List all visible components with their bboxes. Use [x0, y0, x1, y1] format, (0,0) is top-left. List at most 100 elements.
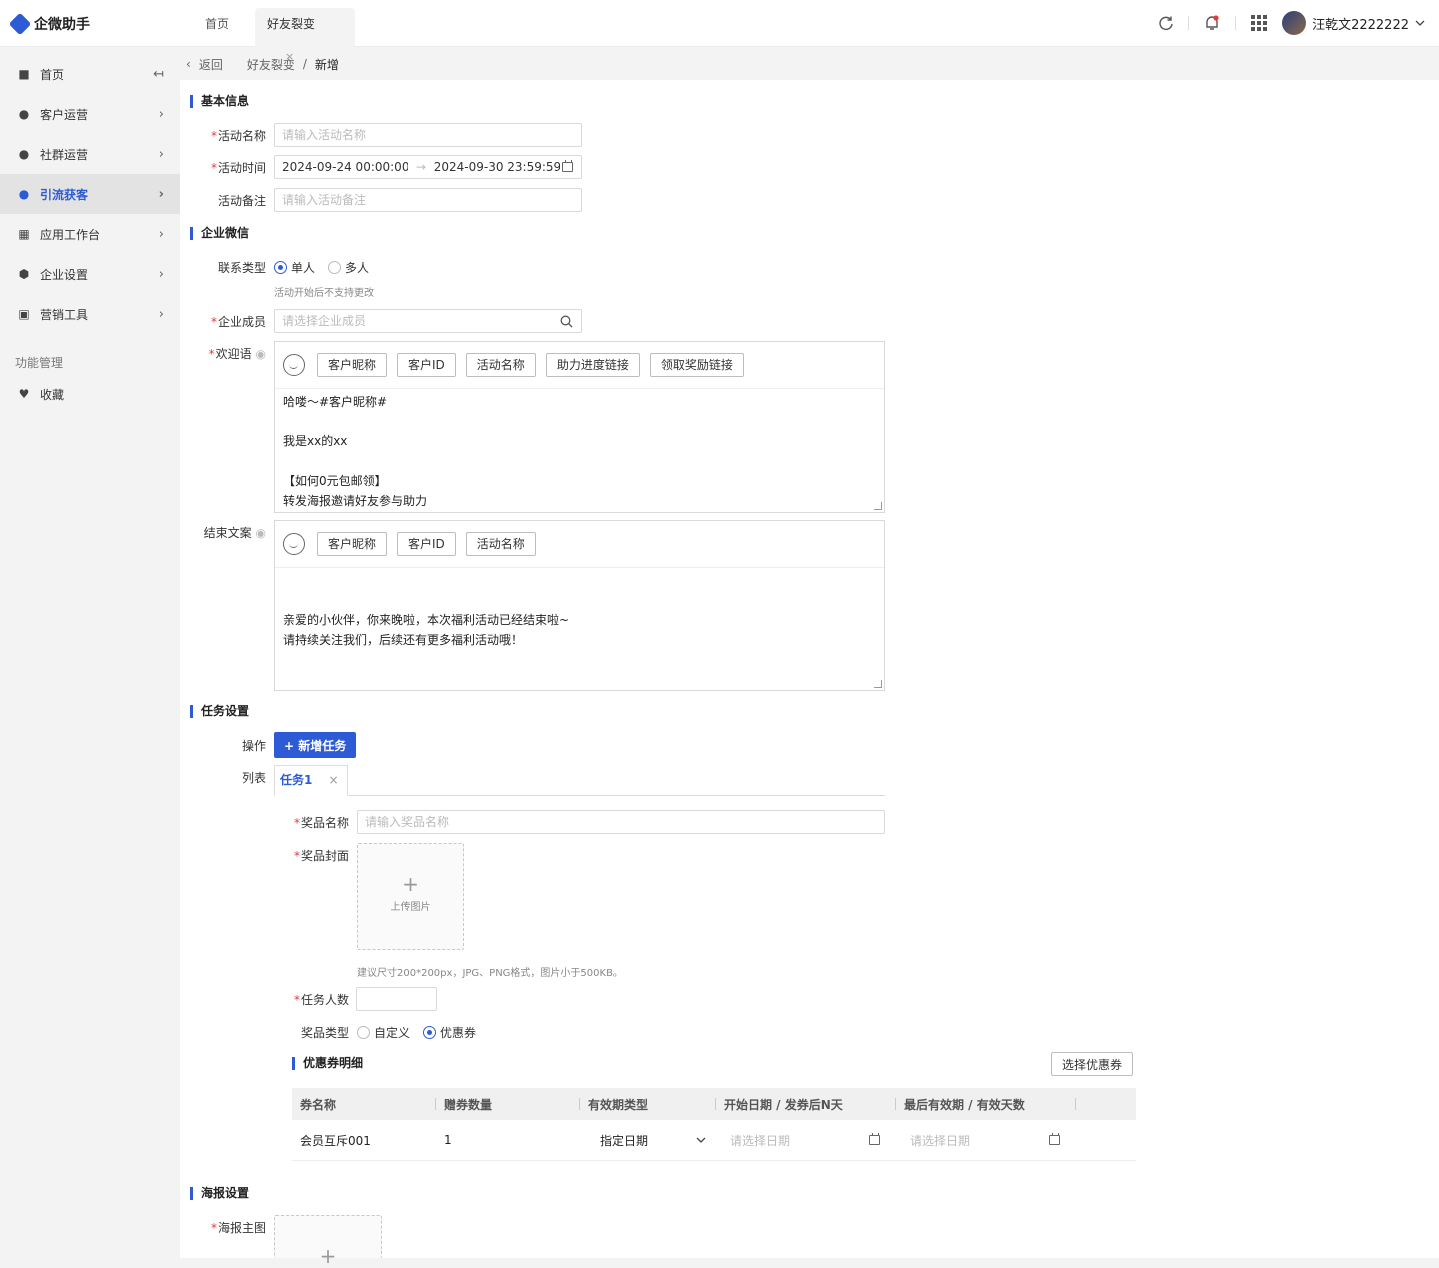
add-task-button[interactable]: + 新增任务: [274, 732, 357, 758]
back-chevron-icon[interactable]: ‹: [186, 57, 191, 71]
time-start[interactable]: 2024-09-24 00:00:00: [282, 156, 408, 178]
task-count-input[interactable]: [356, 987, 437, 1011]
close-icon[interactable]: ×: [329, 773, 339, 787]
cell-coupon-qty: 1: [444, 1133, 452, 1147]
col-coupon-name: 券名称: [292, 1096, 436, 1113]
select-coupon-button[interactable]: 选择优惠券: [1051, 1052, 1134, 1076]
calendar-icon: [869, 1132, 880, 1145]
list-label: 列表: [241, 771, 266, 785]
task-tab-1[interactable]: 任务1 ×: [274, 765, 348, 796]
chevron-down-icon: [1415, 20, 1425, 26]
section-wecom-title: 企业微信: [190, 227, 249, 240]
col-end-date: 最后有效期 / 有效天数: [896, 1096, 1076, 1113]
member-placeholder: 请选择企业成员: [282, 314, 367, 328]
sidebar-item-community-ops[interactable]: ● 社群运营 ›: [0, 134, 180, 174]
contact-type-label: 联系类型: [217, 261, 266, 275]
emoji-icon[interactable]: [283, 354, 305, 376]
header-divider: [1235, 16, 1237, 30]
insert-activity-name-button[interactable]: 活动名称: [465, 353, 536, 377]
insert-activity-name-button[interactable]: 活动名称: [465, 532, 536, 556]
app-title: 企微助手: [34, 17, 90, 33]
sidebar-item-favorites[interactable]: ♥ 收藏: [0, 379, 180, 409]
label-text: 奖品封面: [300, 849, 349, 863]
tab-friend-fission[interactable]: 好友裂变 ×: [255, 8, 355, 63]
validity-type-select[interactable]: 指定日期: [580, 1132, 716, 1149]
heart-icon: ♥: [18, 387, 30, 401]
insert-progress-link-button[interactable]: 助力进度链接: [545, 353, 640, 377]
poster-main-label: *海报主图: [210, 1221, 266, 1235]
coupon-table: 券名称 赠券数量 有效期类型 开始日期 / 发券后N天 最后有效期 / 有效天数…: [292, 1088, 1136, 1161]
insert-customer-id-button[interactable]: 客户ID: [397, 532, 456, 556]
end-text-toolbar: 客户昵称 客户ID 活动名称: [275, 521, 884, 568]
time-arrow: →: [415, 160, 426, 174]
sidebar-item-label: 收藏: [40, 387, 65, 402]
header-actions: 汪乾文2222222: [1158, 11, 1425, 35]
info-icon[interactable]: ◉: [256, 347, 266, 361]
collapse-icon[interactable]: ↤: [153, 67, 164, 82]
activity-name-input[interactable]: 请输入活动名称: [274, 123, 582, 147]
activity-time-range[interactable]: 2024-09-24 00:00:00 → 2024-09-30 23:59:5…: [274, 155, 582, 179]
prize-cover-upload[interactable]: + 上传图片: [357, 843, 464, 950]
sidebar-item-home[interactable]: ■ 首页 ↤: [0, 54, 180, 94]
app-logo[interactable]: 企微助手: [8, 12, 90, 36]
radio-unchecked-icon: [328, 261, 341, 274]
date-placeholder: 请选择日期: [730, 1133, 791, 1148]
user-icon: ●: [18, 107, 30, 121]
label-text: 活动时间: [217, 161, 266, 175]
end-text[interactable]: 亲爱的小伙伴，你来晚啦，本次福利活动已经结束啦~ 请持续关注我们，后续还有更多福…: [275, 568, 884, 655]
prize-name-input[interactable]: 请输入奖品名称: [357, 810, 885, 834]
bell-icon[interactable]: [1203, 14, 1221, 32]
prize-name-label: *奖品名称: [293, 816, 349, 830]
breadcrumb-current: 新增: [314, 57, 339, 72]
label-text: 结束文案: [203, 526, 252, 540]
contact-hint: 活动开始后不支持更改: [274, 288, 374, 299]
poster-upload[interactable]: +: [274, 1215, 382, 1266]
sidebar-item-traffic[interactable]: ● 引流获客 ›: [0, 174, 180, 214]
radio-single[interactable]: 单人: [274, 259, 315, 276]
insert-reward-link-button[interactable]: 领取奖励链接: [649, 353, 744, 377]
radio-custom[interactable]: 自定义: [357, 1024, 410, 1041]
radio-multi[interactable]: 多人: [328, 259, 369, 276]
sidebar-item-label: 客户运营: [40, 107, 89, 122]
insert-nickname-button[interactable]: 客户昵称: [317, 353, 388, 377]
activity-remark-input[interactable]: 请输入活动备注: [274, 188, 582, 212]
task-tab-label: 任务1: [280, 773, 313, 787]
end-date-picker[interactable]: 请选择日期: [896, 1132, 1076, 1149]
member-select[interactable]: 请选择企业成员: [274, 309, 582, 333]
sidebar-item-customer-ops[interactable]: ● 客户运营 ›: [0, 94, 180, 134]
chevron-right-icon: ›: [158, 146, 164, 162]
search-icon[interactable]: [560, 315, 573, 328]
chart-icon: ▣: [18, 307, 30, 321]
calendar-icon: [1049, 1132, 1060, 1145]
info-icon[interactable]: ◉: [256, 526, 266, 540]
breadcrumb: ‹ 返回 好友裂变 / 新增: [180, 48, 1439, 80]
col-start-date: 开始日期 / 发券后N天: [716, 1096, 896, 1113]
user-menu[interactable]: 汪乾文2222222: [1282, 11, 1425, 35]
label-text: 奖品名称: [300, 816, 349, 830]
radio-checked-icon: [423, 1026, 436, 1039]
plus-icon: +: [402, 872, 419, 896]
traffic-icon: ●: [18, 187, 30, 201]
resize-handle-icon[interactable]: [874, 680, 882, 688]
welcome-text[interactable]: 哈喽～#客户昵称# 我是xx的xx 【如何0元包邮领】 转发海报邀请好友参与助力: [275, 389, 884, 515]
apps-icon: ▦: [18, 227, 30, 241]
insert-nickname-button[interactable]: 客户昵称: [317, 532, 388, 556]
time-end[interactable]: 2024-09-30 23:59:59: [434, 156, 560, 178]
start-date-picker[interactable]: 请选择日期: [716, 1132, 896, 1149]
sidebar-item-apps[interactable]: ▦ 应用工作台 ›: [0, 214, 180, 254]
form-panel: 基本信息 *活动名称 请输入活动名称 *活动时间 2024-09-24 00:0…: [180, 80, 1439, 1266]
back-link[interactable]: 返回: [199, 56, 223, 73]
sidebar-item-settings[interactable]: ⬢ 企业设置 ›: [0, 254, 180, 294]
apps-grid-icon[interactable]: [1250, 14, 1268, 32]
table-row: 会员互斥001 1 指定日期 请选择日期 请选择日期: [292, 1120, 1136, 1161]
refresh-icon[interactable]: [1158, 15, 1174, 31]
insert-customer-id-button[interactable]: 客户ID: [397, 353, 456, 377]
tab-home[interactable]: 首页: [193, 8, 241, 47]
end-text-editor: 客户昵称 客户ID 活动名称 亲爱的小伙伴，你来晚啦，本次福利活动已经结束啦~ …: [274, 520, 885, 691]
resize-handle-icon[interactable]: [874, 502, 882, 510]
sidebar-item-marketing[interactable]: ▣ 营销工具 ›: [0, 294, 180, 334]
breadcrumb-parent[interactable]: 好友裂变: [247, 56, 295, 73]
emoji-icon[interactable]: [283, 533, 305, 555]
welcome-editor: 客户昵称 客户ID 活动名称 助力进度链接 领取奖励链接 哈喽～#客户昵称# 我…: [274, 341, 885, 513]
radio-coupon[interactable]: 优惠券: [423, 1024, 476, 1041]
